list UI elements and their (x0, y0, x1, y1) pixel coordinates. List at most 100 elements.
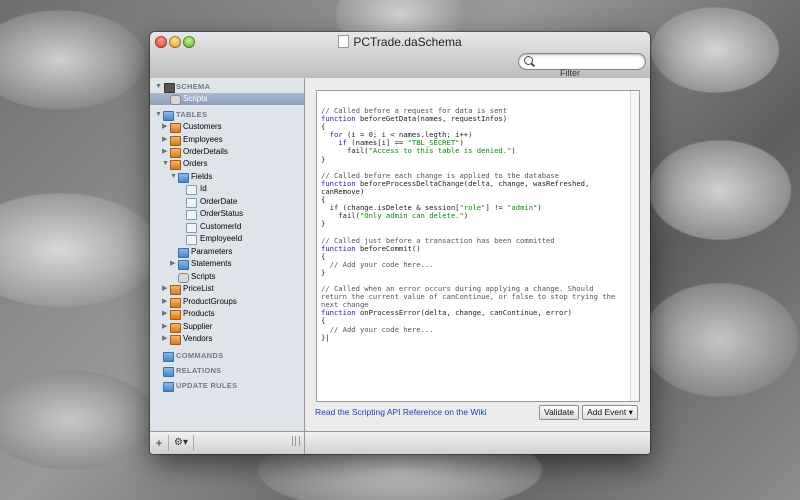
section-commands[interactable]: COMMANDS (150, 350, 304, 362)
sidebar-item-label: Customers (183, 122, 222, 131)
sidebar-item-field-customerid[interactable]: CustomerId (150, 221, 304, 233)
sidebar-item-field-orderstatus[interactable]: OrderStatus (150, 208, 304, 220)
schema-icon (164, 83, 175, 93)
disclosure-triangle-icon[interactable]: ▼ (155, 81, 162, 93)
table-icon (170, 323, 181, 333)
sidebar-item-field-employeeid[interactable]: EmployeeId (150, 233, 304, 245)
sidebar-item-fields[interactable]: ▼ Fields (150, 171, 304, 183)
section-tables-label: TABLES (176, 110, 208, 119)
section-update-rules[interactable]: UPDATE RULES (150, 380, 304, 392)
folder-icon (163, 352, 174, 362)
field-icon (186, 185, 197, 195)
sidebar-item-label: Parameters (191, 247, 233, 256)
sidebar-item-label: Id (200, 184, 207, 193)
filter-search-field[interactable] (518, 53, 646, 70)
sidebar-item-label: Products (183, 309, 215, 318)
folder-icon (163, 382, 174, 392)
sidebar-item-label: EmployeeId (200, 234, 243, 243)
disclosure-triangle-icon[interactable]: ▶ (162, 121, 167, 133)
code-editor[interactable]: // Called before a request for data is s… (316, 90, 640, 402)
search-icon (524, 56, 533, 65)
sidebar-item-pricelist[interactable]: ▶ PriceList (150, 283, 304, 295)
sidebar-item-employees[interactable]: ▶ Employees (150, 134, 304, 146)
field-icon (186, 210, 197, 220)
table-icon (170, 285, 181, 295)
sidebar-item-label: Scripts (191, 272, 216, 281)
table-icon (170, 148, 181, 158)
scripts-icon (178, 273, 189, 283)
validate-button[interactable]: Validate (539, 405, 580, 420)
scripting-api-wiki-link[interactable]: Read the Scripting API Reference on the … (315, 407, 487, 417)
title-bar: PCTrade.daSchema Filter (150, 32, 650, 79)
field-icon (186, 198, 197, 208)
section-relations[interactable]: RELATIONS (150, 365, 304, 377)
add-event-button[interactable]: Add Event ▾ (582, 405, 638, 420)
folder-icon (178, 173, 189, 183)
disclosure-triangle-icon[interactable]: ▶ (170, 258, 175, 270)
section-schema-label: SCHEMA (176, 82, 211, 91)
sidebar-item-orders[interactable]: ▼ Orders (150, 158, 304, 170)
sidebar-item-vendors[interactable]: ▶ Vendors (150, 333, 304, 345)
disclosure-triangle-icon[interactable]: ▶ (162, 146, 167, 158)
sidebar-item-label: Fields (191, 172, 213, 181)
section-schema[interactable]: ▼ SCHEMA (150, 81, 304, 93)
sidebar-item-label: CustomerId (200, 222, 242, 231)
document-icon (338, 35, 350, 48)
sidebar-item-label: OrderDate (200, 197, 238, 206)
sidebar-item-orderdetails[interactable]: ▶ OrderDetails (150, 146, 304, 158)
disclosure-triangle-icon[interactable]: ▶ (162, 134, 167, 146)
scripts-icon (170, 95, 181, 105)
sidebar-item-productgroups[interactable]: ▶ ProductGroups (150, 296, 304, 308)
field-icon (186, 223, 197, 233)
gear-menu-button[interactable]: ⚙▾ (169, 435, 194, 451)
window-title: PCTrade.daSchema (150, 35, 650, 49)
folder-icon (163, 111, 174, 121)
folder-icon (178, 260, 189, 270)
sidebar-item-supplier[interactable]: ▶ Supplier (150, 321, 304, 333)
editor-bottom-bar (305, 431, 650, 454)
sidebar-item-label: PriceList (183, 284, 214, 293)
disclosure-triangle-icon[interactable]: ▶ (162, 296, 167, 308)
disclosure-triangle-icon[interactable]: ▶ (162, 333, 167, 345)
sidebar-item-customers[interactable]: ▶ Customers (150, 121, 304, 133)
folder-icon (178, 248, 189, 258)
sidebar-item-label: Vendors (183, 334, 213, 343)
window-title-text: PCTrade.daSchema (353, 35, 462, 49)
code-text[interactable]: // Called before a request for data is s… (321, 106, 615, 342)
sidebar-item-products[interactable]: ▶ Products (150, 308, 304, 320)
disclosure-triangle-icon[interactable]: ▼ (170, 171, 177, 183)
sidebar-item-label: Supplier (183, 322, 213, 331)
field-icon (186, 235, 197, 245)
schema-sidebar[interactable]: ▼ SCHEMA Scripts ▼ TABLES ▶ Customers ▶ … (150, 78, 305, 431)
table-icon (170, 136, 181, 146)
sidebar-item-label: OrderDetails (183, 147, 228, 156)
table-icon (170, 310, 181, 320)
sidebar-item-order-scripts[interactable]: Scripts (150, 271, 304, 283)
section-tables[interactable]: ▼ TABLES (150, 109, 304, 121)
split-view-grip-icon[interactable] (292, 436, 300, 446)
sidebar-item-schema-scripts[interactable]: Scripts (150, 93, 304, 105)
sidebar-item-parameters[interactable]: Parameters (150, 246, 304, 258)
app-window: PCTrade.daSchema Filter ▼ SCHEMA Scripts… (150, 32, 650, 454)
sidebar-item-label: Employees (183, 135, 223, 144)
disclosure-triangle-icon[interactable]: ▼ (155, 109, 162, 121)
sidebar-item-label: ProductGroups (183, 297, 237, 306)
sidebar-item-label: OrderStatus (200, 209, 244, 218)
disclosure-triangle-icon[interactable]: ▶ (162, 321, 167, 333)
disclosure-triangle-icon[interactable]: ▶ (162, 308, 167, 320)
disclosure-triangle-icon[interactable]: ▼ (162, 158, 169, 170)
script-editor-pane: // Called before a request for data is s… (305, 78, 650, 454)
section-update-rules-label: UPDATE RULES (176, 381, 238, 390)
add-button[interactable]: + (150, 435, 169, 451)
sidebar-item-statements[interactable]: ▶ Statements (150, 258, 304, 270)
folder-icon (163, 367, 174, 377)
editor-scrollbar[interactable] (630, 91, 639, 401)
disclosure-triangle-icon[interactable]: ▶ (162, 283, 167, 295)
sidebar-item-field-orderdate[interactable]: OrderDate (150, 196, 304, 208)
sidebar-bottom-bar: + ⚙▾ (150, 431, 305, 454)
sidebar-item-field-id[interactable]: Id (150, 183, 304, 195)
table-icon (170, 298, 181, 308)
table-icon (170, 335, 181, 345)
table-icon (170, 160, 181, 170)
section-relations-label: RELATIONS (176, 366, 222, 375)
